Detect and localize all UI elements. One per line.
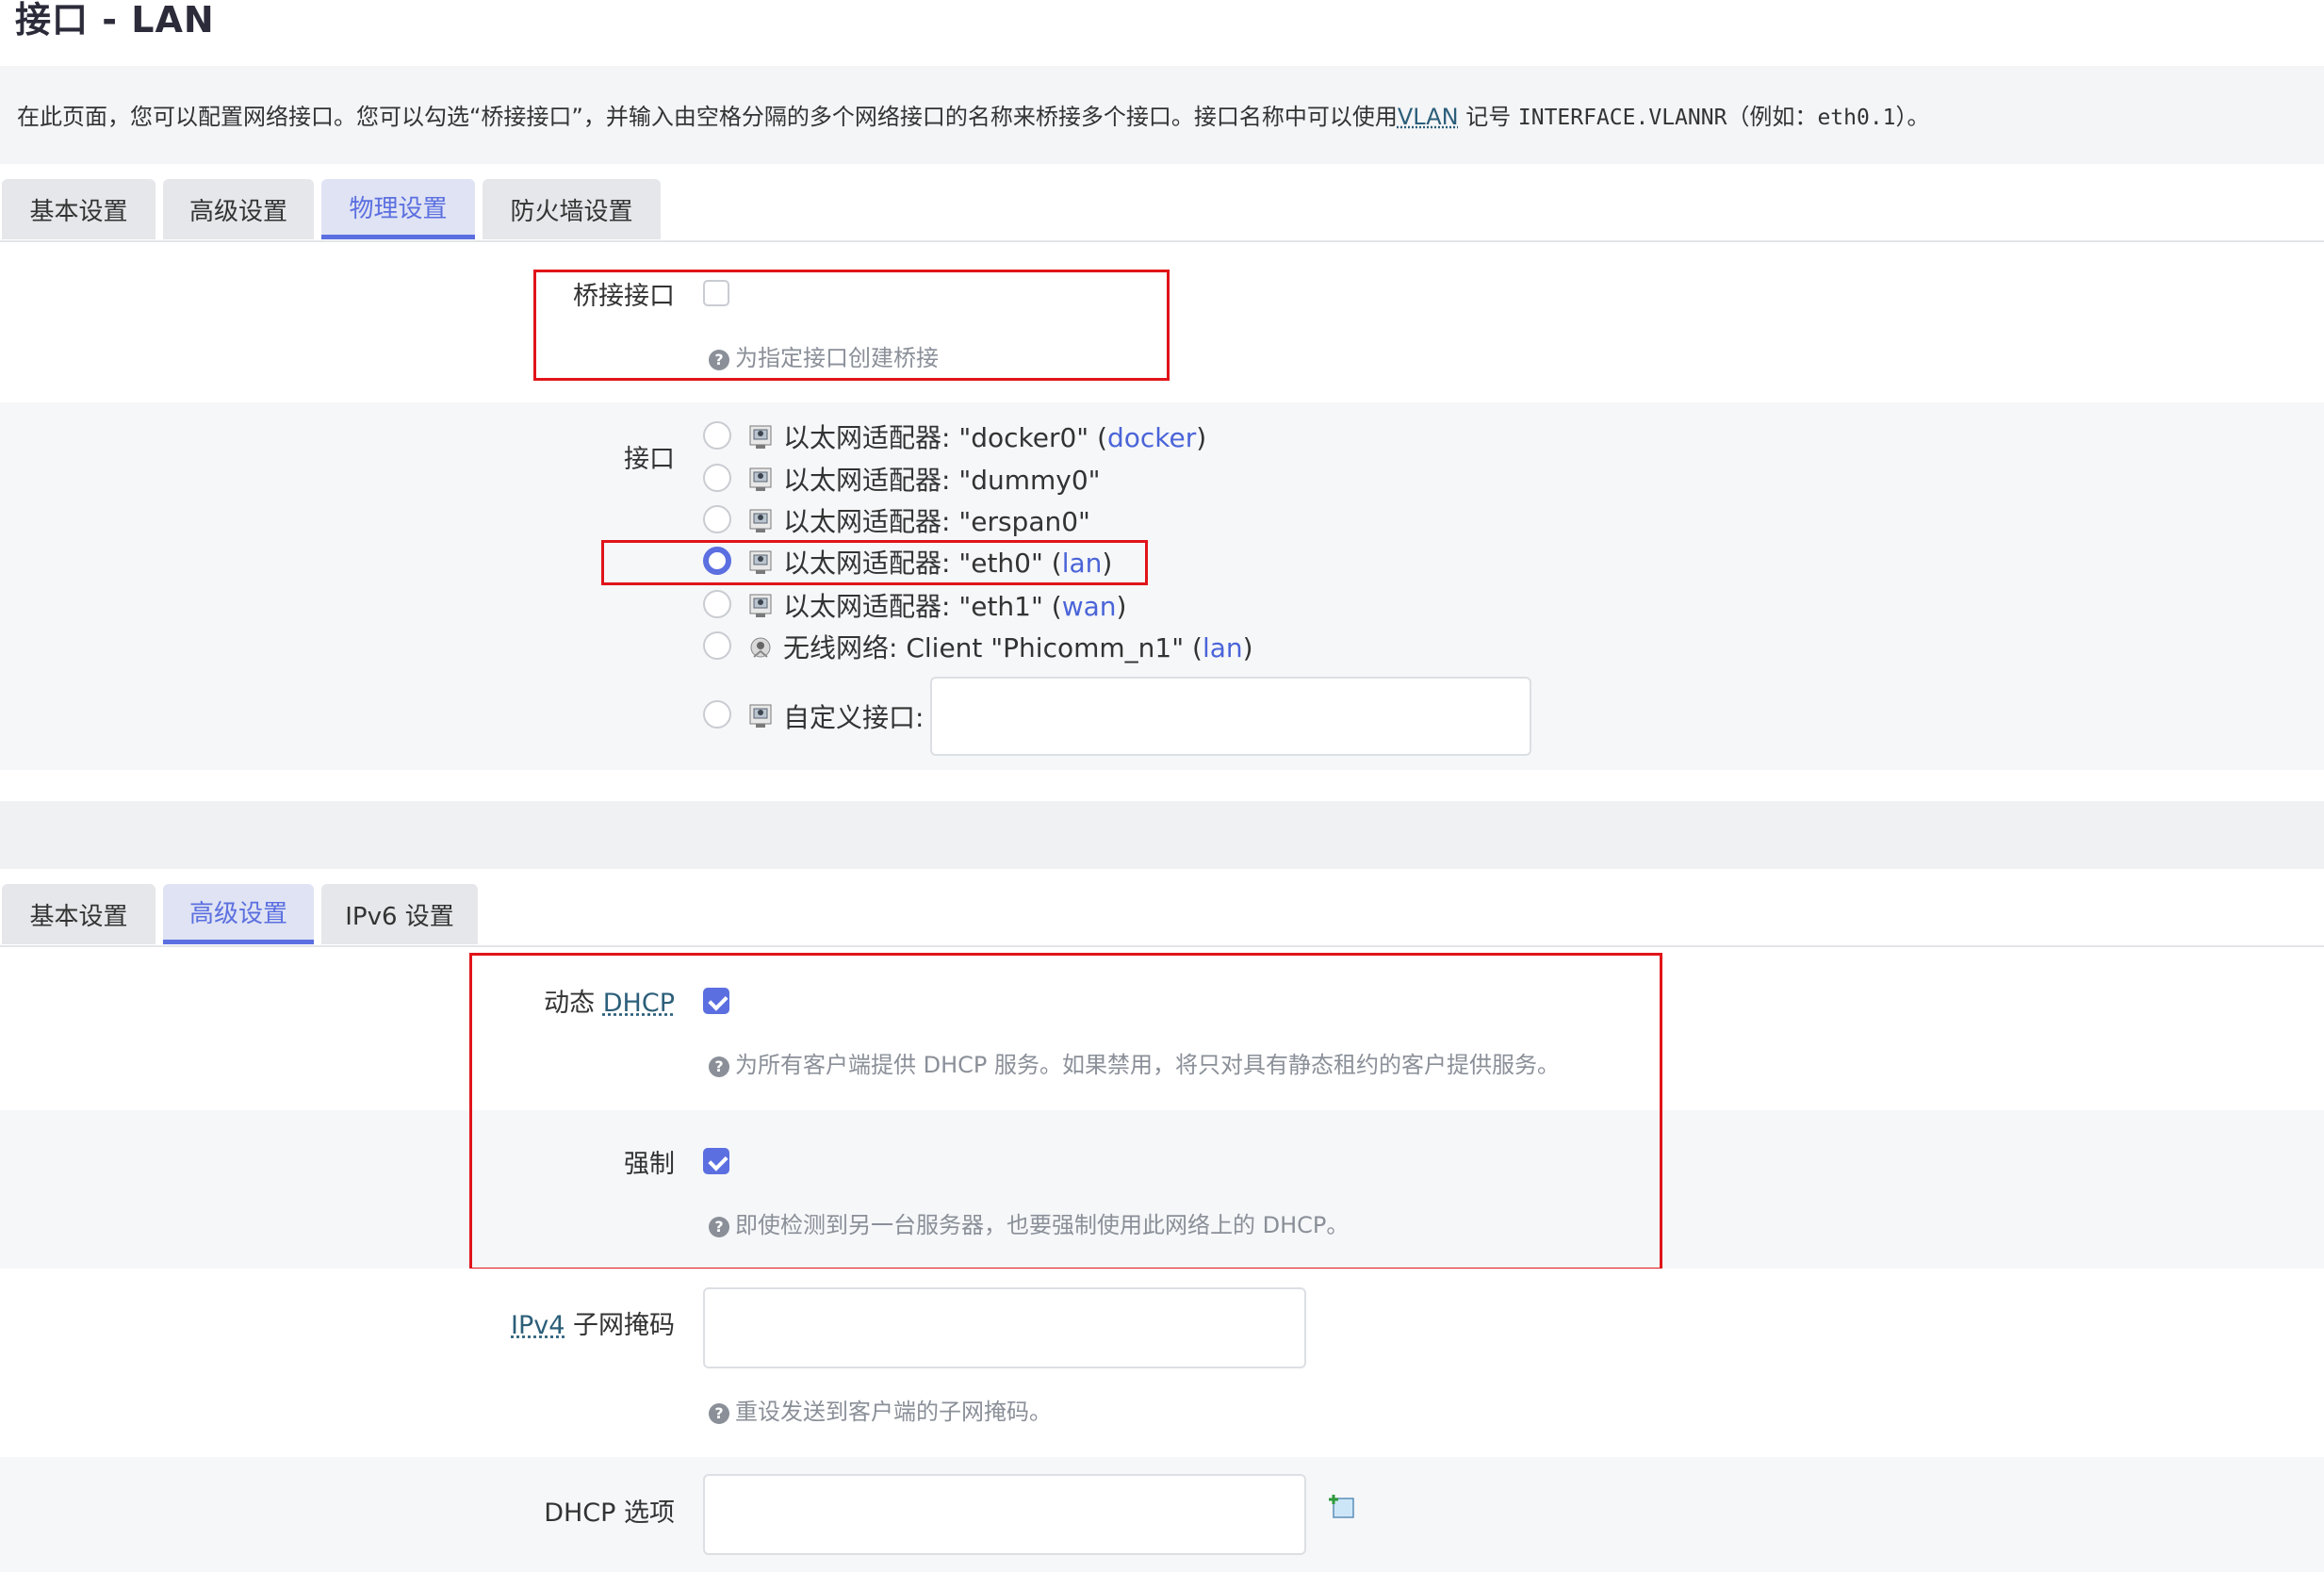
dhcp-options-input[interactable] [703, 1474, 1306, 1555]
interface-option-label: 以太网适配器: "dummy0" [783, 465, 1101, 496]
add-option-icon[interactable] [1329, 1493, 1357, 1521]
page-description: 在此页面，您可以配置网络接口。您可以勾选“桥接接口”，并输入由空格分隔的多个网络… [17, 104, 1930, 130]
interface-radio[interactable] [703, 505, 731, 533]
network-link[interactable]: lan [1203, 632, 1243, 663]
highlight-box-bridge [533, 270, 1170, 381]
interface-radio[interactable] [703, 421, 731, 450]
tab-ipv6-settings[interactable]: IPv6 设置 [321, 884, 478, 944]
netmask-label: IPv4 子网掩码 [511, 1311, 675, 1340]
network-link[interactable]: docker [1107, 422, 1196, 453]
interface-option-label: 以太网适配器: "docker0" (docker) [783, 422, 1207, 453]
custom-interface-input[interactable] [930, 677, 1531, 756]
wifi-icon [746, 632, 773, 659]
interface-option-label: 无线网络: Client "Phicomm_n1" (lan) [783, 632, 1253, 663]
highlight-box-eth0 [601, 540, 1148, 585]
section-separator [0, 801, 2324, 869]
tab-firewall-settings[interactable]: 防火墙设置 [483, 179, 661, 239]
highlight-box-dhcp [469, 953, 1662, 1270]
network-link[interactable]: wan [1062, 591, 1117, 622]
custom-interface-radio[interactable] [703, 700, 731, 729]
ethernet-icon [746, 506, 773, 532]
netmask-input[interactable] [703, 1287, 1306, 1368]
interface-option-label: 以太网适配器: "erspan0" [783, 506, 1090, 537]
interface-radio[interactable] [703, 590, 731, 618]
vlan-abbr: VLAN [1397, 104, 1459, 130]
ethernet-icon [746, 422, 773, 449]
tab-physical-settings[interactable]: 物理设置 [321, 179, 475, 239]
help-icon: ? [709, 1403, 729, 1424]
tab-basic-settings-2[interactable]: 基本设置 [2, 884, 155, 944]
tab-advanced-settings-2[interactable]: 高级设置 [163, 884, 314, 944]
ethernet-icon [746, 465, 773, 491]
custom-interface-icon [746, 701, 773, 728]
interface-label: 接口 [624, 445, 675, 474]
interface-option-label: 以太网适配器: "eth1" (wan) [783, 591, 1127, 622]
dhcp-options-label: DHCP 选项 [544, 1498, 675, 1528]
netmask-hint: ? 重设发送到客户端的子网掩码。 [709, 1393, 1052, 1426]
tab-advanced-settings[interactable]: 高级设置 [163, 179, 314, 239]
tab-basic-settings[interactable]: 基本设置 [2, 179, 155, 239]
interface-radio[interactable] [703, 631, 731, 660]
interface-radio[interactable] [703, 464, 731, 492]
custom-interface-label: 自定义接口: [783, 702, 925, 733]
page-title: 接口 - LAN [15, 0, 215, 41]
ethernet-icon [746, 591, 773, 617]
